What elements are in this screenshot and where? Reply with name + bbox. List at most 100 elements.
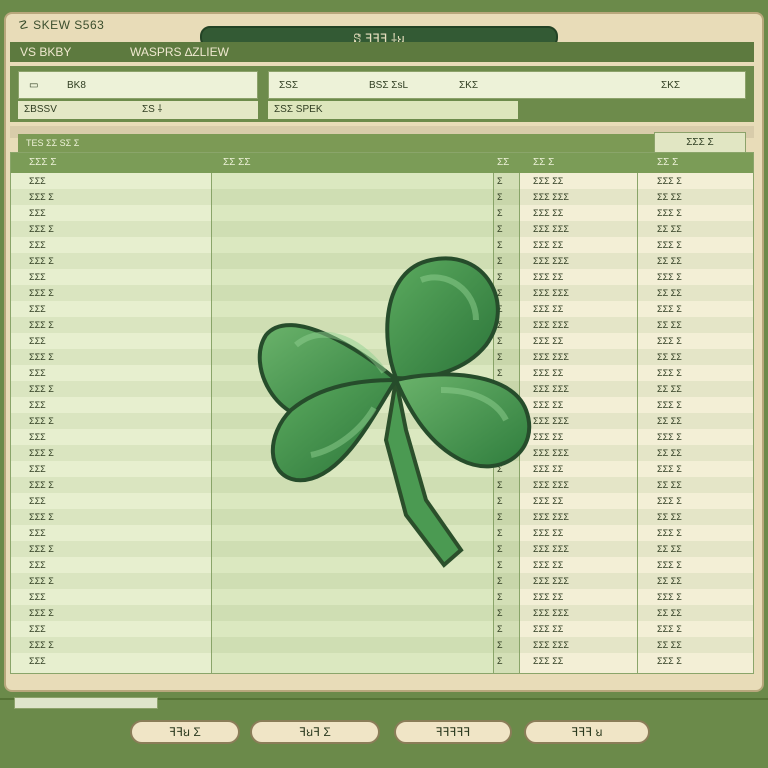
table-cell: ƩƩ ƩƩ bbox=[657, 512, 682, 522]
table-cell: Ʃ bbox=[497, 208, 503, 218]
table-cell: ƩƩƩ ƩƩƩ bbox=[533, 608, 569, 618]
table-cell: ƩƩƩ Ʃ bbox=[29, 480, 54, 490]
menu-bar: VS BKBY WASPRS ∆ZLIEW bbox=[10, 42, 754, 62]
table-cell: ƩƩƩ ƩƩ bbox=[533, 560, 564, 570]
subheader-label: TES ƩƩ SƩ Ʃ bbox=[26, 138, 80, 148]
footer-button-4[interactable]: ꟻꟻꟻ ꞟ bbox=[524, 720, 650, 744]
header-col-3[interactable]: ƩƩ bbox=[497, 153, 509, 173]
table-cell: ƩƩƩ Ʃ bbox=[657, 496, 682, 506]
table-cell: Ʃ bbox=[497, 608, 503, 618]
toolbar-left-sub: ƩBSSV ƩS ⸸ bbox=[18, 101, 258, 119]
table-cell: ƩƩƩ bbox=[29, 272, 46, 282]
menu-item-1[interactable]: VS BKBY bbox=[20, 42, 71, 62]
table-cell: ƩƩƩ ƩƩ bbox=[533, 240, 564, 250]
footer-button-1[interactable]: ꟻꟻꞟ Ʃ bbox=[130, 720, 240, 744]
table-cell: ƩƩƩ Ʃ bbox=[29, 608, 54, 618]
table-cell: ƩƩƩ Ʃ bbox=[29, 544, 54, 554]
table-cell: ƩƩƩ Ʃ bbox=[657, 592, 682, 602]
table-cell: ƩƩ ƩƩ bbox=[657, 384, 682, 394]
toolbar-left-icon: ▭ bbox=[29, 80, 39, 91]
table-cell: ƩƩ ƩƩ bbox=[657, 640, 682, 650]
table-cell: ƩƩƩ bbox=[29, 304, 46, 314]
subheader-chip[interactable]: ƩƩƩ Ʃ bbox=[654, 132, 746, 154]
table-row[interactable]: ƩƩƩ ƩƩƩƩƩ ƩƩƩƩƩ ƩƩ bbox=[11, 605, 753, 621]
table-cell: ƩƩƩ Ʃ bbox=[657, 432, 682, 442]
table-cell: ƩƩ ƩƩ bbox=[657, 544, 682, 554]
table-cell: ƩƩƩ bbox=[29, 432, 46, 442]
table-cell: ƩƩƩ ƩƩƩ bbox=[533, 192, 569, 202]
table-cell: ƩƩ ƩƩ bbox=[657, 352, 682, 362]
table-row[interactable]: ƩƩƩ ƩƩƩƩƩ ƩƩƩƩƩ ƩƩ bbox=[11, 221, 753, 237]
toolbar-right-text-4: ƩKƩ bbox=[661, 80, 681, 91]
table-cell: ƩƩƩ ƩƩ bbox=[533, 208, 564, 218]
table-cell: ƩƩƩ Ʃ bbox=[657, 464, 682, 474]
table-cell: ƩƩƩ bbox=[29, 656, 46, 666]
table-row[interactable]: ƩƩƩƩƩƩƩ ƩƩƩƩƩ Ʃ bbox=[11, 205, 753, 221]
table-cell: ƩƩƩ ƩƩƩ bbox=[533, 544, 569, 554]
table-row[interactable]: ƩƩƩ ƩƩƩƩƩ ƩƩƩƩƩ ƩƩ bbox=[11, 573, 753, 589]
table-cell: ƩƩƩ bbox=[29, 592, 46, 602]
table-cell: ƩƩƩ bbox=[29, 624, 46, 634]
table-cell: ƩƩƩ ƩƩ bbox=[533, 432, 564, 442]
table-cell: ƩƩƩ ƩƩƩ bbox=[533, 576, 569, 586]
table-row[interactable]: ƩƩƩƩƩƩƩ ƩƩƩƩƩ Ʃ bbox=[11, 589, 753, 605]
table-cell: Ʃ bbox=[497, 576, 503, 586]
table-cell: ƩƩƩ ƩƩ bbox=[533, 624, 564, 634]
table-cell: ƩƩƩ Ʃ bbox=[29, 384, 54, 394]
table-cell: ƩƩ ƩƩ bbox=[657, 608, 682, 618]
toolbar: ▭ BK8 ƩSƩ BSƩ ƩsL ƩKƩ ƩKƩ ƩBSSV ƩS ⸸ ƩSƩ… bbox=[10, 66, 754, 122]
table-cell: ƩƩ ƩƩ bbox=[657, 288, 682, 298]
header-col-5[interactable]: ƩƩ Ʃ bbox=[657, 153, 678, 173]
table-cell: Ʃ bbox=[497, 624, 503, 634]
table-cell: Ʃ bbox=[497, 656, 503, 666]
toolbar-right-text-2: BSƩ ƩsL bbox=[369, 80, 409, 91]
table-cell: ƩƩƩ ƩƩ bbox=[533, 336, 564, 346]
table-header: ƩƩƩ Ʃ ƩƩ ƩƩ ƩƩ ƩƩ Ʃ ƩƩ Ʃ bbox=[11, 153, 753, 173]
table-cell: ƩƩƩ Ʃ bbox=[29, 576, 54, 586]
table-cell: ƩƩ ƩƩ bbox=[657, 224, 682, 234]
footer-button-2[interactable]: ꟻꞟꟻ Ʃ bbox=[250, 720, 380, 744]
table-cell: Ʃ bbox=[497, 192, 503, 202]
table-cell: ƩƩƩ ƩƩ bbox=[533, 272, 564, 282]
toolbar-left-sub-text: ƩBSSV bbox=[24, 104, 57, 115]
toolbar-left-panel[interactable]: ▭ BK8 bbox=[18, 71, 258, 99]
table-cell: ƩƩƩ Ʃ bbox=[29, 192, 54, 202]
table-cell: ƩƩƩ ƩƩƩ bbox=[533, 224, 569, 234]
table-cell: ƩƩƩ Ʃ bbox=[29, 320, 54, 330]
header-col-1[interactable]: ƩƩƩ Ʃ bbox=[29, 153, 57, 173]
table-cell: ƩƩƩ Ʃ bbox=[657, 272, 682, 282]
table-cell: Ʃ bbox=[497, 592, 503, 602]
table-row[interactable]: ƩƩƩ ƩƩƩƩƩ ƩƩƩƩƩ ƩƩ bbox=[11, 189, 753, 205]
table-cell: ƩƩƩ bbox=[29, 496, 46, 506]
table-row[interactable]: ƩƩƩ ƩƩƩƩƩ ƩƩƩƩƩ ƩƩ bbox=[11, 637, 753, 653]
menu-item-2[interactable]: WASPRS ∆ZLIEW bbox=[130, 42, 229, 62]
toolbar-left-sub-extra: ƩS ⸸ bbox=[142, 104, 163, 115]
table-row[interactable]: ƩƩƩƩƩƩƩ ƩƩƩƩƩ Ʃ bbox=[11, 621, 753, 637]
table-cell: ƩƩƩ ƩƩƩ bbox=[533, 256, 569, 266]
table-cell: ƩƩƩ bbox=[29, 400, 46, 410]
header-col-2[interactable]: ƩƩ ƩƩ bbox=[223, 153, 251, 173]
table-cell: ƩƩƩ ƩƩƩ bbox=[533, 416, 569, 426]
toolbar-right-text-3: ƩKƩ bbox=[459, 80, 479, 91]
table-cell: ƩƩƩ ƩƩƩ bbox=[533, 384, 569, 394]
table-row[interactable]: ƩƩƩƩƩƩƩ ƩƩƩƩƩ Ʃ bbox=[11, 653, 753, 669]
table-cell: ƩƩƩ Ʃ bbox=[657, 656, 682, 666]
table-row[interactable]: ƩƩƩƩƩƩƩ ƩƩƩƩƩ Ʃ bbox=[11, 173, 753, 189]
toolbar-left-text: BK8 bbox=[67, 80, 86, 91]
footer-button-3[interactable]: ꟻꟻꟻꟻꟻ bbox=[394, 720, 512, 744]
table-cell: ƩƩƩ ƩƩ bbox=[533, 496, 564, 506]
table-cell: ƩƩ ƩƩ bbox=[657, 576, 682, 586]
table-cell: ƩƩƩ ƩƩ bbox=[533, 176, 564, 186]
table-cell: ƩƩƩ ƩƩƩ bbox=[533, 352, 569, 362]
table-cell: ƩƩƩ ƩƩƩ bbox=[533, 320, 569, 330]
table-cell: ƩƩƩ ƩƩ bbox=[533, 368, 564, 378]
table-cell: ƩƩƩ ƩƩ bbox=[533, 464, 564, 474]
table-cell: ƩƩƩ Ʃ bbox=[29, 448, 54, 458]
header-col-4[interactable]: ƩƩ Ʃ bbox=[533, 153, 554, 173]
table-cell: ƩƩƩ Ʃ bbox=[657, 400, 682, 410]
table-cell: ƩƩƩ Ʃ bbox=[657, 176, 682, 186]
table-cell: ƩƩƩ Ʃ bbox=[657, 624, 682, 634]
toolbar-right-panel[interactable]: ƩSƩ BSƩ ƩsL ƩKƩ ƩKƩ bbox=[268, 71, 746, 99]
status-bar bbox=[14, 697, 158, 709]
table-cell: Ʃ bbox=[497, 640, 503, 650]
